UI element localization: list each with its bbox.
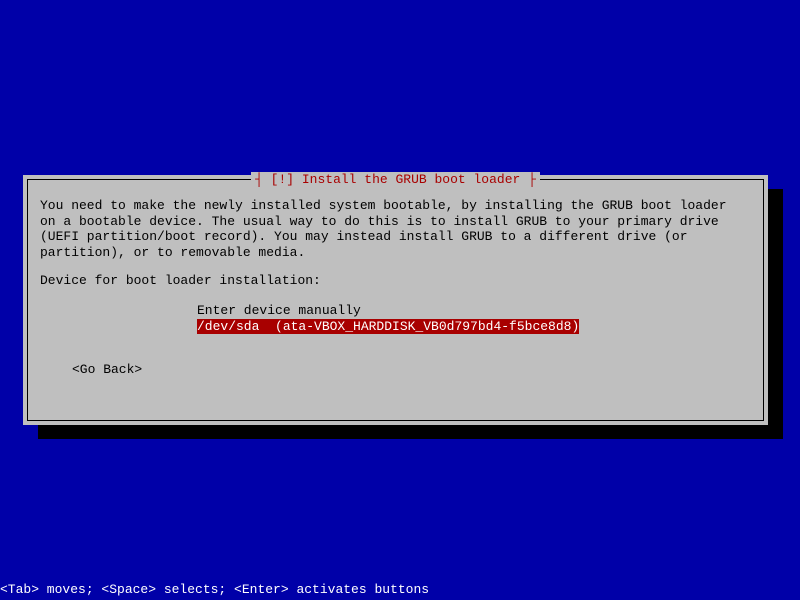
device-options: Enter device manually /dev/sda (ata-VBOX…: [197, 303, 751, 334]
dialog-title: ┤ [!] Install the GRUB boot loader ├: [251, 172, 540, 188]
device-prompt: Device for boot loader installation:: [40, 273, 751, 289]
dialog-description: You need to make the newly installed sys…: [40, 198, 751, 260]
title-wrap: ┤ [!] Install the GRUB boot loader ├: [28, 172, 763, 188]
go-back-button[interactable]: <Go Back>: [72, 362, 751, 378]
dialog-inner: ┤ [!] Install the GRUB boot loader ├ You…: [27, 179, 764, 421]
status-bar: <Tab> moves; <Space> selects; <Enter> ac…: [0, 582, 800, 600]
option-enter-manually[interactable]: Enter device manually: [197, 303, 361, 319]
grub-install-dialog: ┤ [!] Install the GRUB boot loader ├ You…: [23, 175, 768, 425]
option-dev-sda[interactable]: /dev/sda (ata-VBOX_HARDDISK_VB0d797bd4-f…: [197, 319, 579, 335]
